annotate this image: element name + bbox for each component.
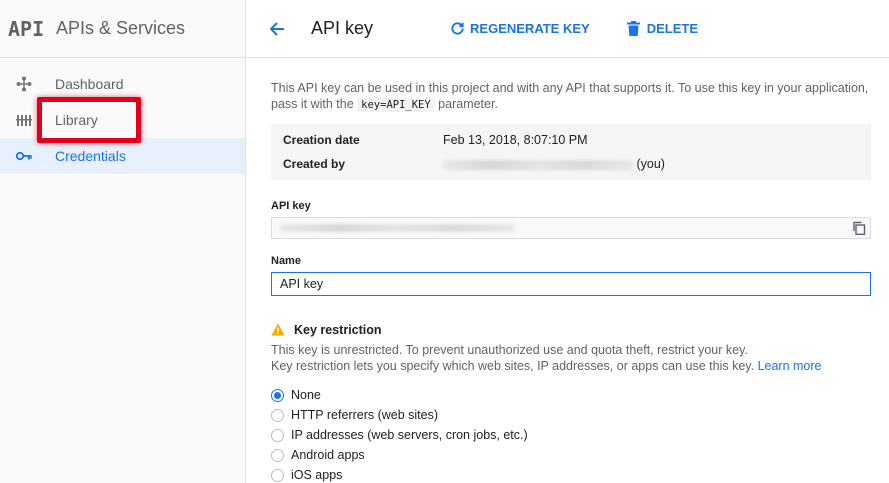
learn-more-link[interactable]: Learn more <box>758 359 822 373</box>
radio-button[interactable] <box>271 448 284 462</box>
option-label: Android apps <box>291 448 365 462</box>
redacted-api-key <box>280 224 515 232</box>
dashboard-icon <box>16 76 32 92</box>
sidebar-item-label: Credentials <box>55 148 126 164</box>
creation-date-row: Creation date Feb 13, 2018, 8:07:10 PM <box>271 128 871 152</box>
restriction-option-http-referrers[interactable]: HTTP referrers (web sites) <box>271 405 871 425</box>
api-key-field[interactable] <box>271 217 871 239</box>
key-restriction-title: Key restriction <box>294 323 382 337</box>
description-text-end: parameter. <box>434 97 498 111</box>
sidebar: API APIs & Services Dashboard Library Cr… <box>0 0 246 483</box>
creation-date-label: Creation date <box>283 133 360 147</box>
warning-icon <box>271 323 285 337</box>
sidebar-item-label: Dashboard <box>55 76 124 92</box>
radio-button[interactable] <box>271 388 284 402</box>
option-label: IP addresses (web servers, cron jobs, et… <box>291 428 528 442</box>
delete-label: DELETE <box>646 21 698 36</box>
creation-date-value: Feb 13, 2018, 8:07:10 PM <box>443 133 588 147</box>
sidebar-title: APIs & Services <box>56 18 186 38</box>
radio-button[interactable] <box>271 468 284 482</box>
key-icon <box>16 148 32 164</box>
name-input[interactable] <box>271 272 871 296</box>
radio-button[interactable] <box>271 428 284 442</box>
back-arrow-icon[interactable] <box>265 17 289 41</box>
page-header: API key REGENERATE KEY DELETE <box>247 0 889 58</box>
key-restriction-line1: This key is unrestricted. To prevent una… <box>271 343 748 357</box>
delete-button[interactable]: DELETE <box>626 21 698 37</box>
api-key-description: This API key can be used in this project… <box>271 80 871 113</box>
option-label: iOS apps <box>291 468 343 482</box>
main-content: This API key can be used in this project… <box>271 58 871 483</box>
option-label: None <box>291 388 321 402</box>
created-by-suffix: (you) <box>636 157 665 171</box>
page-title: API key <box>311 18 374 38</box>
regenerate-key-label: REGENERATE KEY <box>470 21 590 36</box>
key-restriction-heading: Key restriction <box>271 323 871 337</box>
sidebar-item-credentials[interactable]: Credentials <box>0 138 245 174</box>
redacted-email <box>443 159 633 170</box>
regenerate-key-button[interactable]: REGENERATE KEY <box>449 21 590 37</box>
sidebar-item-library[interactable]: Library <box>0 102 245 138</box>
radio-button[interactable] <box>271 408 284 422</box>
sidebar-nav: Dashboard Library Credentials <box>0 66 245 174</box>
key-restriction-line2: Key restriction lets you specify which w… <box>271 359 755 373</box>
option-label: HTTP referrers (web sites) <box>291 408 439 422</box>
created-by-value: (you) <box>443 157 665 171</box>
restriction-option-ip-addresses[interactable]: IP addresses (web servers, cron jobs, et… <box>271 425 871 445</box>
restriction-options: None HTTP referrers (web sites) IP addre… <box>271 385 871 483</box>
created-by-row: Created by (you) <box>271 152 871 176</box>
copy-icon[interactable] <box>852 221 866 236</box>
restriction-option-ios-apps[interactable]: iOS apps <box>271 465 871 483</box>
sidebar-header: API APIs & Services <box>0 0 245 58</box>
api-logo: API <box>8 16 45 41</box>
key-restriction-text: This key is unrestricted. To prevent una… <box>271 342 871 374</box>
trash-icon <box>626 21 642 37</box>
library-icon <box>16 112 32 128</box>
sidebar-item-dashboard[interactable]: Dashboard <box>0 66 245 102</box>
restriction-option-none[interactable]: None <box>271 385 871 405</box>
key-info-table: Creation date Feb 13, 2018, 8:07:10 PM C… <box>271 124 871 180</box>
name-label: Name <box>271 255 301 267</box>
sidebar-item-label: Library <box>55 112 98 128</box>
restriction-option-android-apps[interactable]: Android apps <box>271 445 871 465</box>
api-key-label: API key <box>271 200 311 212</box>
description-code: key=API_KEY <box>357 98 435 112</box>
created-by-label: Created by <box>283 157 346 171</box>
refresh-icon <box>449 21 465 37</box>
